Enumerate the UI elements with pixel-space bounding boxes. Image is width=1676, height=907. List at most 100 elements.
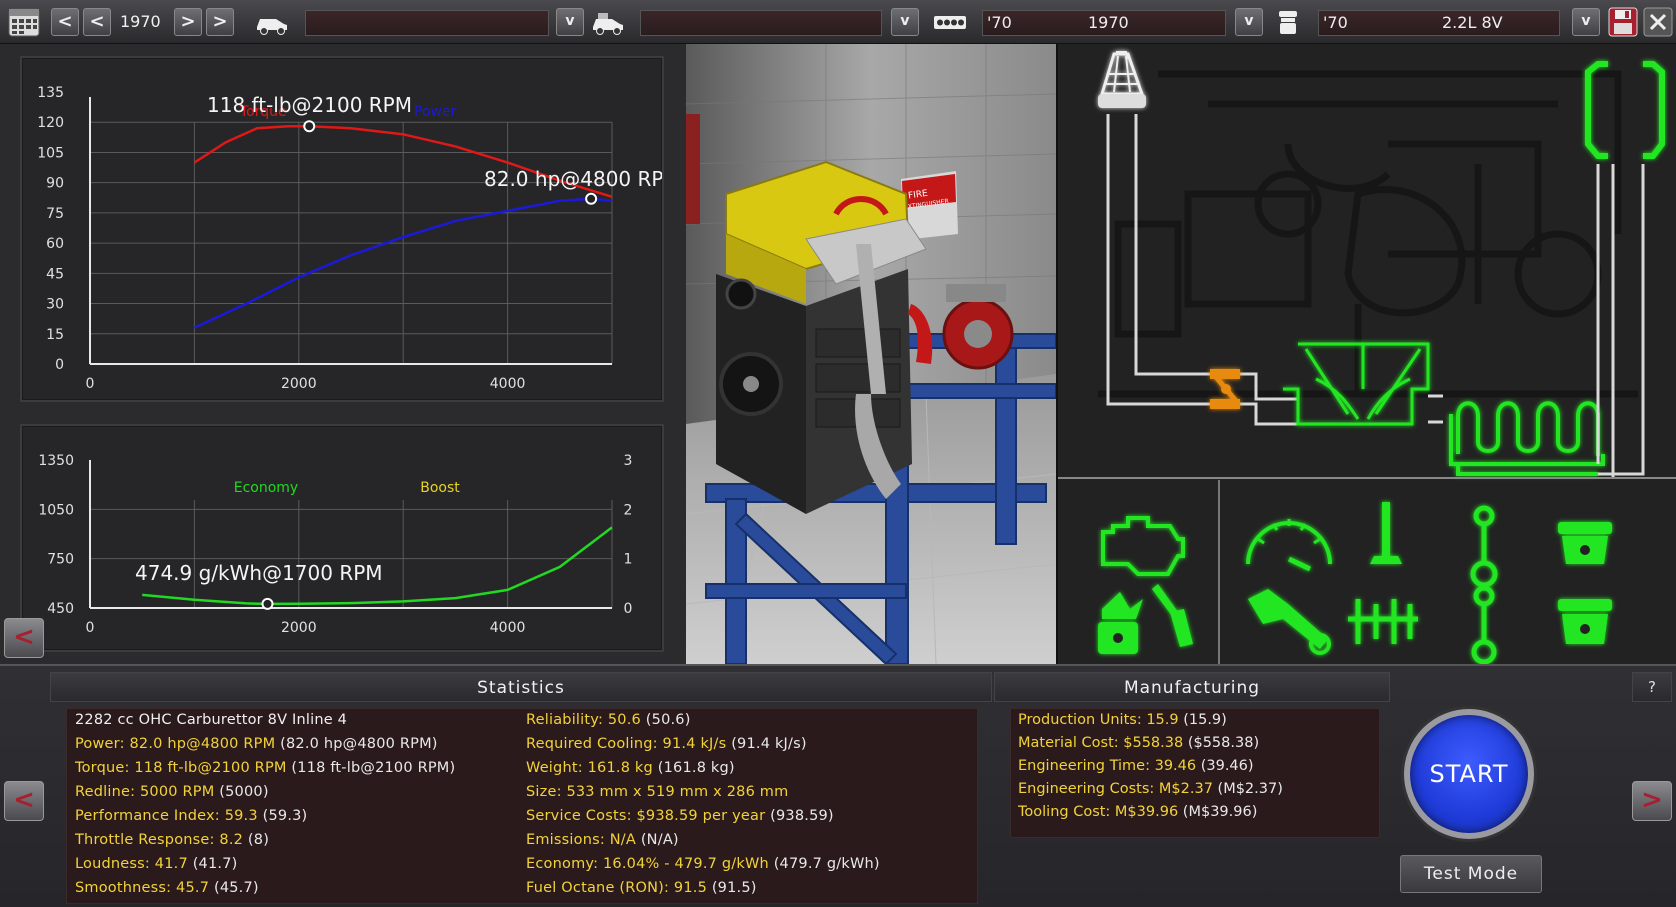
statistic-value: Service Costs: $938.59 per year: [526, 808, 766, 824]
manufacturing-header: Manufacturing: [994, 672, 1390, 702]
car-model-dropdown-button[interactable]: v: [556, 8, 584, 36]
statistic-target: (41.7): [192, 856, 238, 872]
statistic-target: (91.5): [711, 880, 757, 896]
statistic-target: (8): [247, 832, 270, 848]
x-tick-label: 0: [86, 620, 95, 636]
car-model-field[interactable]: [305, 10, 549, 36]
engine-family-dropdown-button[interactable]: v: [1235, 8, 1263, 36]
engine-render: FIRE EXTINGUISHER: [686, 44, 1056, 664]
y-tick-label: 105: [37, 145, 64, 161]
economy-peak-marker: [261, 597, 274, 610]
year-prev-fast-button[interactable]: <: [51, 8, 79, 36]
statistic-value: Weight: 161.8 kg: [526, 760, 653, 776]
engine-variant-dropdown-button[interactable]: v: [1572, 8, 1600, 36]
statistic-value: Redline: 5000 RPM: [75, 784, 215, 800]
manufacturing-row: Production Units: 15.9 (15.9): [1018, 712, 1227, 728]
statistic-row: Redline: 5000 RPM (5000): [75, 784, 269, 800]
x-tick-label: 4000: [490, 620, 526, 636]
piston-icon-2[interactable]: [1558, 599, 1612, 644]
manufacturing-value: Engineering Time: 39.46: [1018, 758, 1197, 774]
statistic-value: Economy: 16.04% - 479.7 g/kWh: [526, 856, 769, 872]
year-prev-button[interactable]: <: [83, 8, 111, 36]
statistic-target: (938.59): [770, 808, 834, 824]
manufacturing-value: Tooling Cost: M$39.96: [1018, 804, 1179, 820]
economy-peak-label: 474.9 g/kWh@1700 RPM: [135, 561, 383, 585]
statistic-row: 2282 cc OHC Carburettor 8V Inline 4: [75, 712, 347, 728]
statistic-row: Reliability: 50.6 (50.6): [526, 712, 691, 728]
boost-legend-label: Boost: [420, 480, 460, 496]
car-trim-dropdown-button[interactable]: v: [891, 8, 919, 36]
manufacturing-row: Engineering Costs: M$2.37 (M$2.37): [1018, 781, 1283, 797]
test-mode-button[interactable]: Test Mode: [1400, 855, 1542, 893]
prev-section-button[interactable]: <: [4, 781, 44, 821]
year-label: 1970: [120, 12, 161, 31]
y-tick-label: 60: [46, 236, 64, 252]
calendar-icon[interactable]: [8, 7, 40, 37]
statistic-value: Smoothness: 45.7: [75, 880, 210, 896]
start-button[interactable]: START: [1404, 709, 1534, 839]
car-trim-icon: [593, 13, 623, 35]
y2-tick-label: 3: [624, 453, 633, 469]
car-trim-field[interactable]: [640, 10, 882, 36]
statistic-row: Throttle Response: 8.2 (8): [75, 832, 269, 848]
x-tick-label: 0: [86, 376, 95, 392]
torque-peak-label: 118 ft-lb@2100 RPM: [207, 93, 412, 117]
manufacturing-row: Engineering Time: 39.46 (39.46): [1018, 758, 1254, 774]
statistic-row: Required Cooling: 91.4 kJ/s (91.4 kJ/s): [526, 736, 807, 752]
statistic-target: (91.4 kJ/s): [731, 736, 807, 752]
torque-power-graph: 135 120 105 90 75 60 45 30 15 0 0 2000 4000 Torque Pow…: [20, 56, 664, 402]
y-tick-label: 450: [47, 601, 74, 617]
statistics-header: Statistics: [50, 672, 992, 702]
statistic-value: Power: 82.0 hp@4800 RPM: [75, 736, 276, 752]
engine-schematic-panel: [1056, 44, 1676, 665]
y-tick-label: 135: [37, 85, 64, 101]
statistic-row: Service Costs: $938.59 per year (938.59): [526, 808, 834, 824]
engine-variant-field[interactable]: '70 2.2L 8V: [1318, 10, 1560, 36]
statistic-row: Fuel Octane (RON): 91.5 (91.5): [526, 880, 757, 896]
engine-family-year: '70: [987, 13, 1012, 32]
statistic-row: Weight: 161.8 kg (161.8 kg): [526, 760, 735, 776]
y-tick-label: 0: [55, 357, 64, 373]
engine-variant-icon: [1279, 11, 1297, 34]
y-tick-label: 75: [46, 206, 64, 222]
top-toolbar: < < 1970 > > v v '70 1970 v '70 2.2L 8V …: [0, 0, 1676, 44]
next-section-button[interactable]: >: [1632, 781, 1672, 821]
piston-icon-1[interactable]: [1558, 522, 1612, 564]
close-icon[interactable]: [1643, 7, 1673, 37]
manufacturing-row: Material Cost: $558.38 ($558.38): [1018, 735, 1259, 751]
year-next-button[interactable]: >: [174, 8, 202, 36]
engine-3d-view[interactable]: FIRE EXTINGUISHER: [686, 44, 1056, 664]
engine-family-field[interactable]: '70 1970: [982, 10, 1226, 36]
power-legend-label: Power: [414, 104, 457, 120]
y2-tick-label: 1: [624, 552, 633, 568]
x-tick-label: 2000: [281, 376, 317, 392]
statistic-value: Torque: 118 ft-lb@2100 RPM: [75, 760, 287, 776]
statistic-row: Emissions: N/A (N/A): [526, 832, 679, 848]
save-icon[interactable]: [1608, 7, 1638, 37]
engine-variant-year: '70: [1323, 13, 1348, 32]
statistic-target: (82.0 hp@4800 RPM): [280, 736, 438, 752]
y-tick-label: 90: [46, 176, 64, 192]
torque-power-chart: 13512010590756045301500 2000 4000Torque Pow…: [37, 85, 662, 392]
manufacturing-target: (M$39.96): [1182, 804, 1258, 820]
car-model-icon: [257, 19, 287, 35]
statistic-target: (5000): [219, 784, 269, 800]
engine-variant-name: 2.2L 8V: [1442, 13, 1503, 32]
y-tick-label: 45: [46, 266, 64, 282]
y-tick-label: 1350: [38, 453, 74, 469]
help-button[interactable]: ?: [1632, 672, 1672, 702]
collapse-graphs-button[interactable]: <: [4, 618, 44, 658]
engine-schematic: [1058, 44, 1676, 665]
statistic-value: Loudness: 41.7: [75, 856, 188, 872]
statistic-row: Torque: 118 ft-lb@2100 RPM (118 ft-lb@21…: [75, 760, 455, 776]
power-peak-label: 82.0 hp@4800 RPM: [484, 167, 662, 191]
y-tick-label: 30: [46, 297, 64, 313]
statistic-target: (479.7 g/kWh): [773, 856, 880, 872]
manufacturing-value: Material Cost: $558.38: [1018, 735, 1184, 751]
statistic-target: (59.3): [262, 808, 308, 824]
statistic-row: Loudness: 41.7 (41.7): [75, 856, 238, 872]
statistic-value: Throttle Response: 8.2: [75, 832, 244, 848]
x-tick-label: 4000: [490, 376, 526, 392]
year-next-fast-button[interactable]: >: [206, 8, 234, 36]
x-tick-label: 2000: [281, 620, 317, 636]
